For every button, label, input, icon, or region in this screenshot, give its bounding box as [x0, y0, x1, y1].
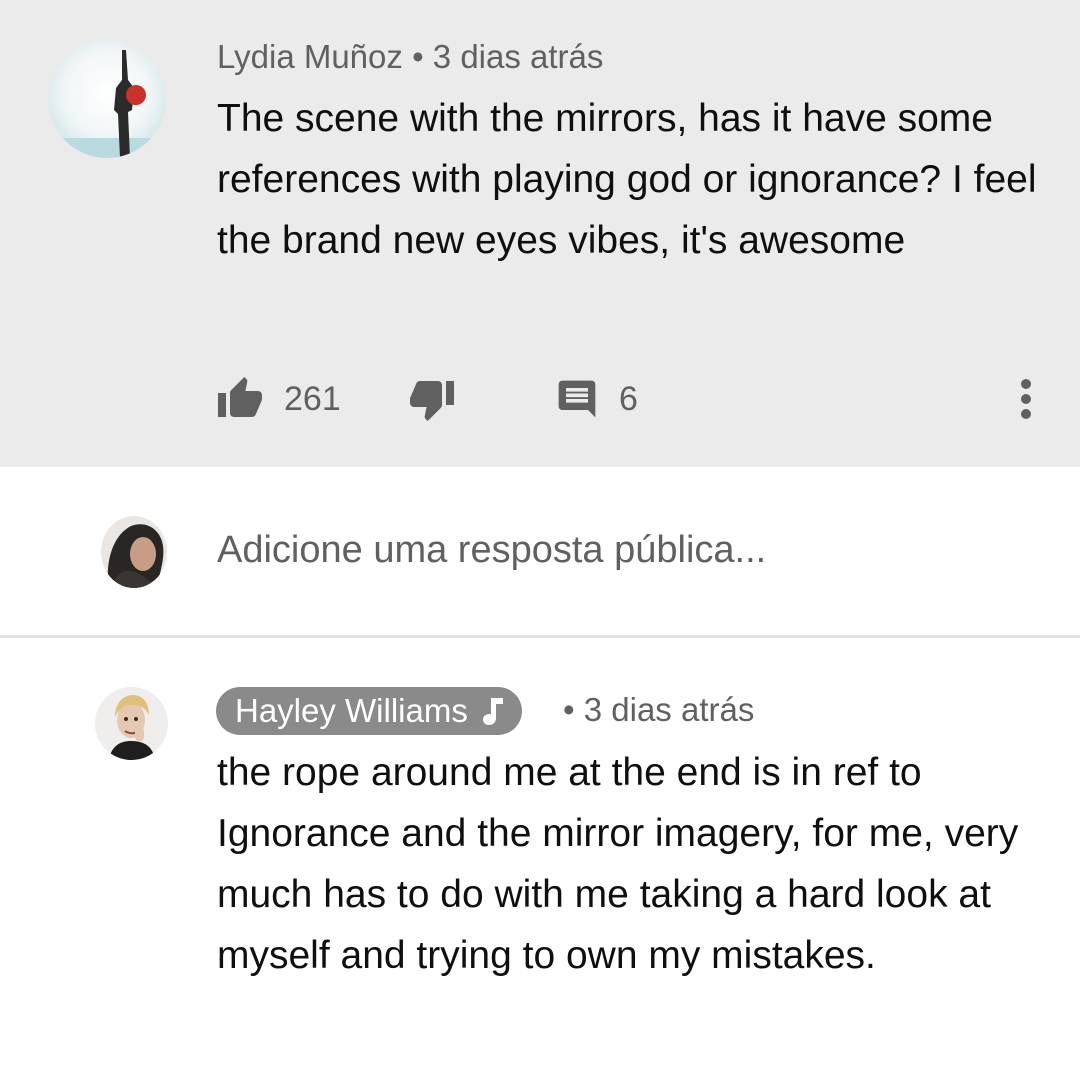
comment-meta: Lydia Muñoz • 3 dias atrás: [217, 38, 603, 76]
more-vert-icon: [1021, 379, 1031, 419]
highlighted-comment: Lydia Muñoz • 3 dias atrás The scene wit…: [0, 0, 1080, 467]
comment-meta: • 3 dias atrás: [563, 691, 754, 729]
music-note-icon: [482, 696, 504, 726]
author-name: Hayley Williams: [235, 692, 468, 729]
comments-page: Lydia Muñoz • 3 dias atrás The scene wit…: [0, 0, 1080, 1077]
like-button[interactable]: 261: [216, 366, 341, 432]
creator-name-badge[interactable]: Hayley Williams: [216, 687, 522, 735]
meta-separator: •: [412, 38, 424, 75]
more-options-button[interactable]: [1012, 366, 1040, 432]
comment-text: the rope around me at the end is in ref …: [217, 751, 1019, 977]
avatar[interactable]: [95, 687, 168, 760]
dislike-button[interactable]: [408, 366, 456, 432]
meta-separator: •: [563, 691, 575, 728]
comment-time[interactable]: 3 dias atrás: [584, 691, 755, 728]
current-user-avatar: [101, 516, 167, 588]
avatar[interactable]: [48, 40, 166, 158]
reply-button[interactable]: 6: [555, 366, 638, 432]
avatar-image: [101, 516, 167, 588]
reply-comment-icon: [558, 380, 596, 418]
comment-text: The scene with the mirrors, has it have …: [217, 97, 1037, 262]
thumbs-down-icon: [410, 381, 454, 421]
comment-time[interactable]: 3 dias atrás: [433, 38, 604, 75]
author-name[interactable]: Lydia Muñoz: [217, 38, 403, 75]
avatar-image: [48, 40, 166, 158]
avatar-image: [95, 687, 168, 760]
comment-actions: 261 6: [0, 366, 1080, 432]
divider: [0, 635, 1080, 638]
public-reply-input[interactable]: Adicione uma resposta pública...: [217, 529, 766, 572]
like-count: 261: [284, 379, 341, 418]
reply-count: 6: [619, 379, 638, 418]
reply-input-row: Adicione uma resposta pública...: [0, 467, 1080, 635]
thumbs-up-icon: [218, 377, 262, 417]
